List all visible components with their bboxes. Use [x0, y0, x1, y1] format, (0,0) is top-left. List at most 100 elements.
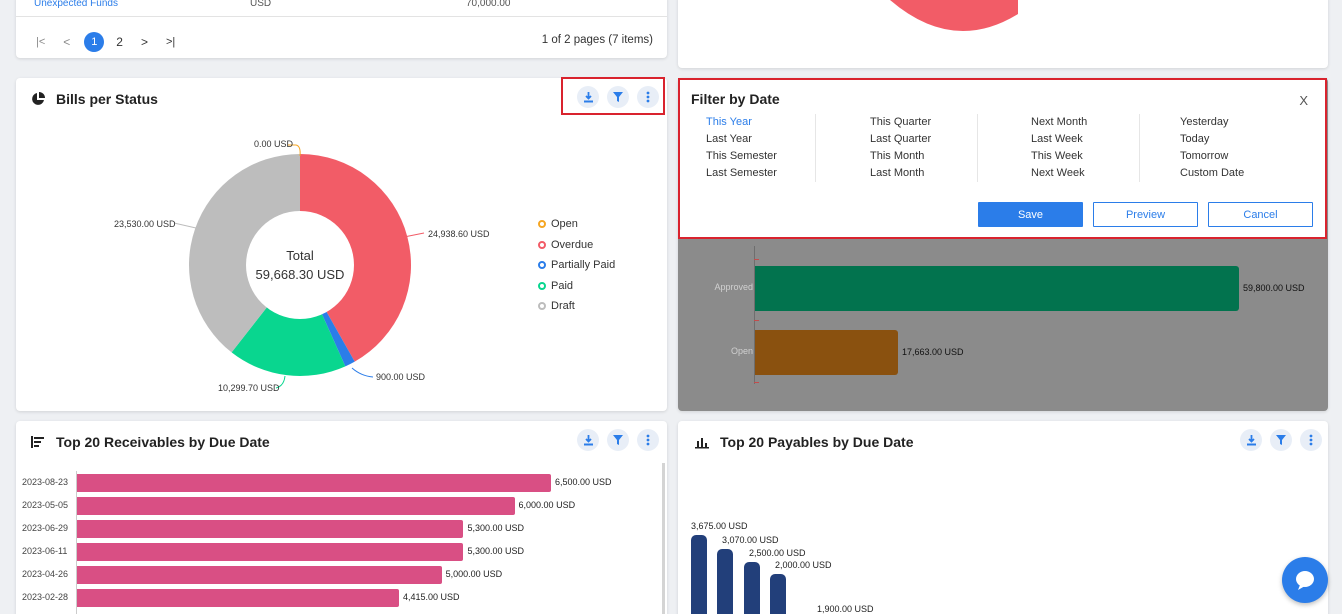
more-options-icon[interactable] [637, 429, 659, 451]
filter-option[interactable]: Custom Date [1180, 165, 1290, 182]
filter-option[interactable]: Last Quarter [870, 131, 990, 148]
filter-option[interactable]: This Year [706, 114, 790, 131]
legend-ring-icon [538, 220, 546, 229]
receivable-value-label: 6,500.00 USD [555, 477, 612, 487]
legend-item-partially-paid[interactable]: Partially Paid [538, 255, 615, 276]
chat-widget-button[interactable] [1282, 557, 1328, 603]
partial-table-row: Unexpected Funds USD 70,000.00 [34, 0, 511, 9]
table-cell[interactable]: Unexpected Funds [34, 0, 250, 9]
pagination: |< < 1 2 > >| [36, 32, 175, 52]
filter-option[interactable]: Last Month [870, 165, 990, 182]
receivable-bar[interactable] [77, 543, 464, 561]
card-header: Top 20 Payables by Due Date [694, 434, 913, 450]
top-left-card: Unexpected Funds USD 70,000.00 |< < 1 2 … [16, 0, 667, 58]
filter-option[interactable]: This Month [870, 148, 990, 165]
payable-bar[interactable] [744, 562, 760, 614]
column-divider [977, 114, 978, 182]
close-icon[interactable]: X [1299, 93, 1308, 108]
receivable-date-label: 2023-04-26 [22, 569, 69, 579]
filter-option[interactable]: Today [1180, 131, 1290, 148]
bar-open[interactable] [755, 330, 898, 375]
payable-value-label: 1,900.00 USD [817, 604, 874, 614]
slice-label-open: 0.00 USD [254, 139, 294, 149]
preview-button[interactable]: Preview [1093, 202, 1198, 227]
card-toolbar [1240, 429, 1322, 451]
filter-option[interactable]: Last Semester [706, 165, 790, 182]
download-icon[interactable] [1240, 429, 1262, 451]
donut-hole [246, 211, 354, 319]
receivable-bar[interactable] [77, 520, 464, 538]
top-right-card [678, 0, 1328, 68]
bar-approved[interactable] [755, 266, 1239, 311]
filter-option[interactable]: Next Week [1031, 165, 1141, 182]
cancel-button[interactable]: Cancel [1208, 202, 1313, 227]
filter-icon[interactable] [1270, 429, 1292, 451]
legend-label: Open [551, 218, 578, 231]
filter-option[interactable]: Yesterday [1180, 114, 1290, 131]
legend-ring-icon [538, 302, 546, 311]
payable-bar[interactable] [717, 549, 733, 614]
leader-line-partially-paid [351, 367, 374, 378]
receivable-date-label: 2023-06-11 [22, 546, 68, 556]
receivable-value-label: 5,000.00 USD [445, 569, 503, 579]
filter-option[interactable]: This Semester [706, 148, 790, 165]
prev-page-icon[interactable]: < [63, 35, 70, 49]
legend-label: Overdue [551, 238, 594, 251]
save-button[interactable]: Save [978, 202, 1083, 227]
payable-bar[interactable] [770, 574, 786, 614]
card-title: Top 20 Receivables by Due Date [56, 434, 270, 450]
column-divider [1139, 114, 1140, 182]
filter-option[interactable]: Next Month [1031, 114, 1141, 131]
payable-value-label: 2,000.00 USD [775, 560, 832, 571]
last-page-icon[interactable]: >| [166, 36, 175, 48]
receivable-bar[interactable] [77, 589, 399, 607]
first-page-icon[interactable]: |< [36, 36, 45, 48]
bar-category-label: Approved [714, 282, 753, 292]
leader-line-draft [173, 222, 197, 229]
filter-option[interactable]: Last Week [1031, 131, 1141, 148]
receivable-date-label: 2023-08-23 [22, 477, 69, 487]
filter-option[interactable]: This Quarter [870, 114, 990, 131]
filter-column-1: This Year Last Year This Semester Last S… [650, 114, 790, 182]
receivable-value-label: 5,300.00 USD [467, 546, 525, 556]
more-options-icon[interactable] [1300, 429, 1322, 451]
payable-bar[interactable] [691, 535, 707, 614]
legend-label: Paid [551, 279, 574, 292]
payable-value-label: 3,070.00 USD [722, 535, 779, 546]
pie-slice-overdue[interactable] [890, 0, 1018, 32]
download-icon[interactable] [577, 429, 599, 451]
column-chart-icon [694, 434, 710, 450]
slice-label-paid: 10,299.70 USD [218, 383, 280, 393]
receivable-bar[interactable] [77, 474, 551, 492]
legend-item-overdue[interactable]: Overdue [538, 235, 615, 256]
page-2-button[interactable]: 2 [116, 35, 123, 49]
legend-item-draft[interactable]: Draft [538, 296, 615, 317]
filter-option[interactable]: Tomorrow [1180, 148, 1290, 165]
filter-option[interactable]: This Week [1031, 148, 1141, 165]
column-divider [815, 114, 816, 182]
axis-tick [754, 259, 759, 260]
next-page-icon[interactable]: > [141, 35, 148, 49]
legend-item-open[interactable]: Open [538, 214, 615, 235]
filter-column-3: Next Month Last Week This Week Next Week [1031, 114, 1141, 182]
receivable-bar[interactable] [77, 566, 442, 584]
bar-value-label: 59,800.00 USD [1243, 283, 1305, 293]
filter-option[interactable]: Last Year [706, 131, 790, 148]
card-title: Top 20 Payables by Due Date [720, 434, 914, 450]
receivable-value-label: 4,415.00 USD [402, 592, 460, 602]
filter-column-4: Yesterday Today Tomorrow Custom Date [1180, 114, 1290, 182]
payable-value-label: 2,500.00 USD [749, 548, 806, 559]
slice-label-draft: 23,530.00 USD [114, 219, 176, 229]
legend-label: Draft [551, 300, 575, 313]
table-cell: 70,000.00 [466, 0, 511, 9]
scrollbar[interactable] [662, 463, 665, 614]
filter-icon[interactable] [607, 429, 629, 451]
pagination-info: 1 of 2 pages (7 items) [541, 34, 653, 46]
bar-category-label: Open [730, 346, 753, 356]
receivable-value-label: 5,300.00 USD [467, 523, 525, 533]
receivable-bar[interactable] [77, 497, 515, 515]
page-1-button[interactable]: 1 [84, 32, 105, 52]
divider [16, 16, 667, 17]
legend-label: Partially Paid [551, 259, 616, 272]
legend-item-paid[interactable]: Paid [538, 276, 615, 297]
